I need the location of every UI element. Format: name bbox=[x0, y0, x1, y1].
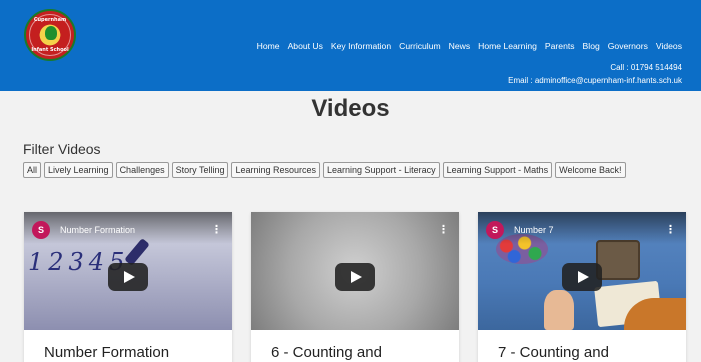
card-title[interactable]: 6 - Counting and bbox=[271, 344, 382, 361]
nav-home-learning[interactable]: Home Learning bbox=[478, 41, 537, 51]
youtube-play-icon[interactable] bbox=[562, 263, 602, 291]
nav-curriculum[interactable]: Curriculum bbox=[399, 41, 441, 51]
hand-illustration bbox=[544, 290, 574, 330]
filter-welcome-back-button[interactable]: Welcome Back! bbox=[555, 162, 626, 178]
logo-text-bottom: Infant School bbox=[31, 47, 69, 53]
contact-phone[interactable]: Call : 01794 514494 bbox=[610, 63, 682, 72]
channel-avatar[interactable]: S bbox=[32, 221, 50, 239]
nav-videos[interactable]: Videos bbox=[656, 41, 682, 51]
nav-news[interactable]: News bbox=[449, 41, 471, 51]
main-nav: Home About Us Key Information Curriculum… bbox=[257, 41, 682, 51]
page-title: Videos bbox=[311, 95, 390, 122]
school-logo[interactable]: Cupernham Infant School bbox=[24, 9, 76, 61]
video-card[interactable]: S Number 7 ⋮ 7 - Counting and bbox=[478, 212, 686, 362]
vertical-dots-icon[interactable]: ⋮ bbox=[211, 223, 222, 236]
nav-governors[interactable]: Governors bbox=[608, 41, 648, 51]
vertical-dots-icon[interactable]: ⋮ bbox=[438, 223, 449, 236]
logo-text-top: Cupernham bbox=[33, 17, 67, 23]
filter-story-telling-button[interactable]: Story Telling bbox=[171, 162, 229, 178]
filter-learning-support-maths-button[interactable]: Learning Support - Maths bbox=[442, 162, 553, 178]
video-title[interactable]: Number Formation bbox=[60, 225, 135, 235]
site-header: Cupernham Infant School Home About Us Ke… bbox=[0, 0, 701, 91]
vertical-dots-icon[interactable]: ⋮ bbox=[665, 223, 676, 236]
thumbnail-top-bar bbox=[478, 212, 686, 244]
video-thumbnail[interactable]: S Number 7 ⋮ bbox=[478, 212, 686, 330]
channel-avatar[interactable]: S bbox=[486, 221, 504, 239]
nav-about-us[interactable]: About Us bbox=[288, 41, 323, 51]
tray-illustration bbox=[596, 240, 640, 280]
filter-buttons: All Lively Learning Challenges Story Tel… bbox=[23, 162, 683, 178]
video-card[interactable]: 12345 S Number Formation ⋮ Number Format… bbox=[24, 212, 232, 362]
contact-email[interactable]: Email : adminoffice@cupernham-inf.hants.… bbox=[508, 76, 682, 85]
video-thumbnail[interactable]: ⋮ bbox=[251, 212, 459, 330]
card-title[interactable]: 7 - Counting and bbox=[498, 344, 609, 361]
nav-home[interactable]: Home bbox=[257, 41, 280, 51]
video-thumbnail[interactable]: 12345 S Number Formation ⋮ bbox=[24, 212, 232, 330]
filter-lively-learning-button[interactable]: Lively Learning bbox=[44, 162, 113, 178]
video-card[interactable]: ⋮ 6 - Counting and bbox=[251, 212, 459, 362]
logo-tree-icon bbox=[45, 26, 57, 40]
filter-videos-heading: Filter Videos bbox=[23, 141, 101, 157]
nav-parents[interactable]: Parents bbox=[545, 41, 575, 51]
nav-key-information[interactable]: Key Information bbox=[331, 41, 391, 51]
youtube-play-icon[interactable] bbox=[108, 263, 148, 291]
youtube-play-icon[interactable] bbox=[335, 263, 375, 291]
filter-all-button[interactable]: All bbox=[23, 162, 42, 178]
video-title[interactable]: Number 7 bbox=[514, 225, 554, 235]
filter-challenges-button[interactable]: Challenges bbox=[115, 162, 169, 178]
nav-blog[interactable]: Blog bbox=[583, 41, 600, 51]
filter-learning-resources-button[interactable]: Learning Resources bbox=[231, 162, 321, 178]
card-title[interactable]: Number Formation bbox=[44, 344, 169, 361]
filter-learning-support-literacy-button[interactable]: Learning Support - Literacy bbox=[323, 162, 440, 178]
